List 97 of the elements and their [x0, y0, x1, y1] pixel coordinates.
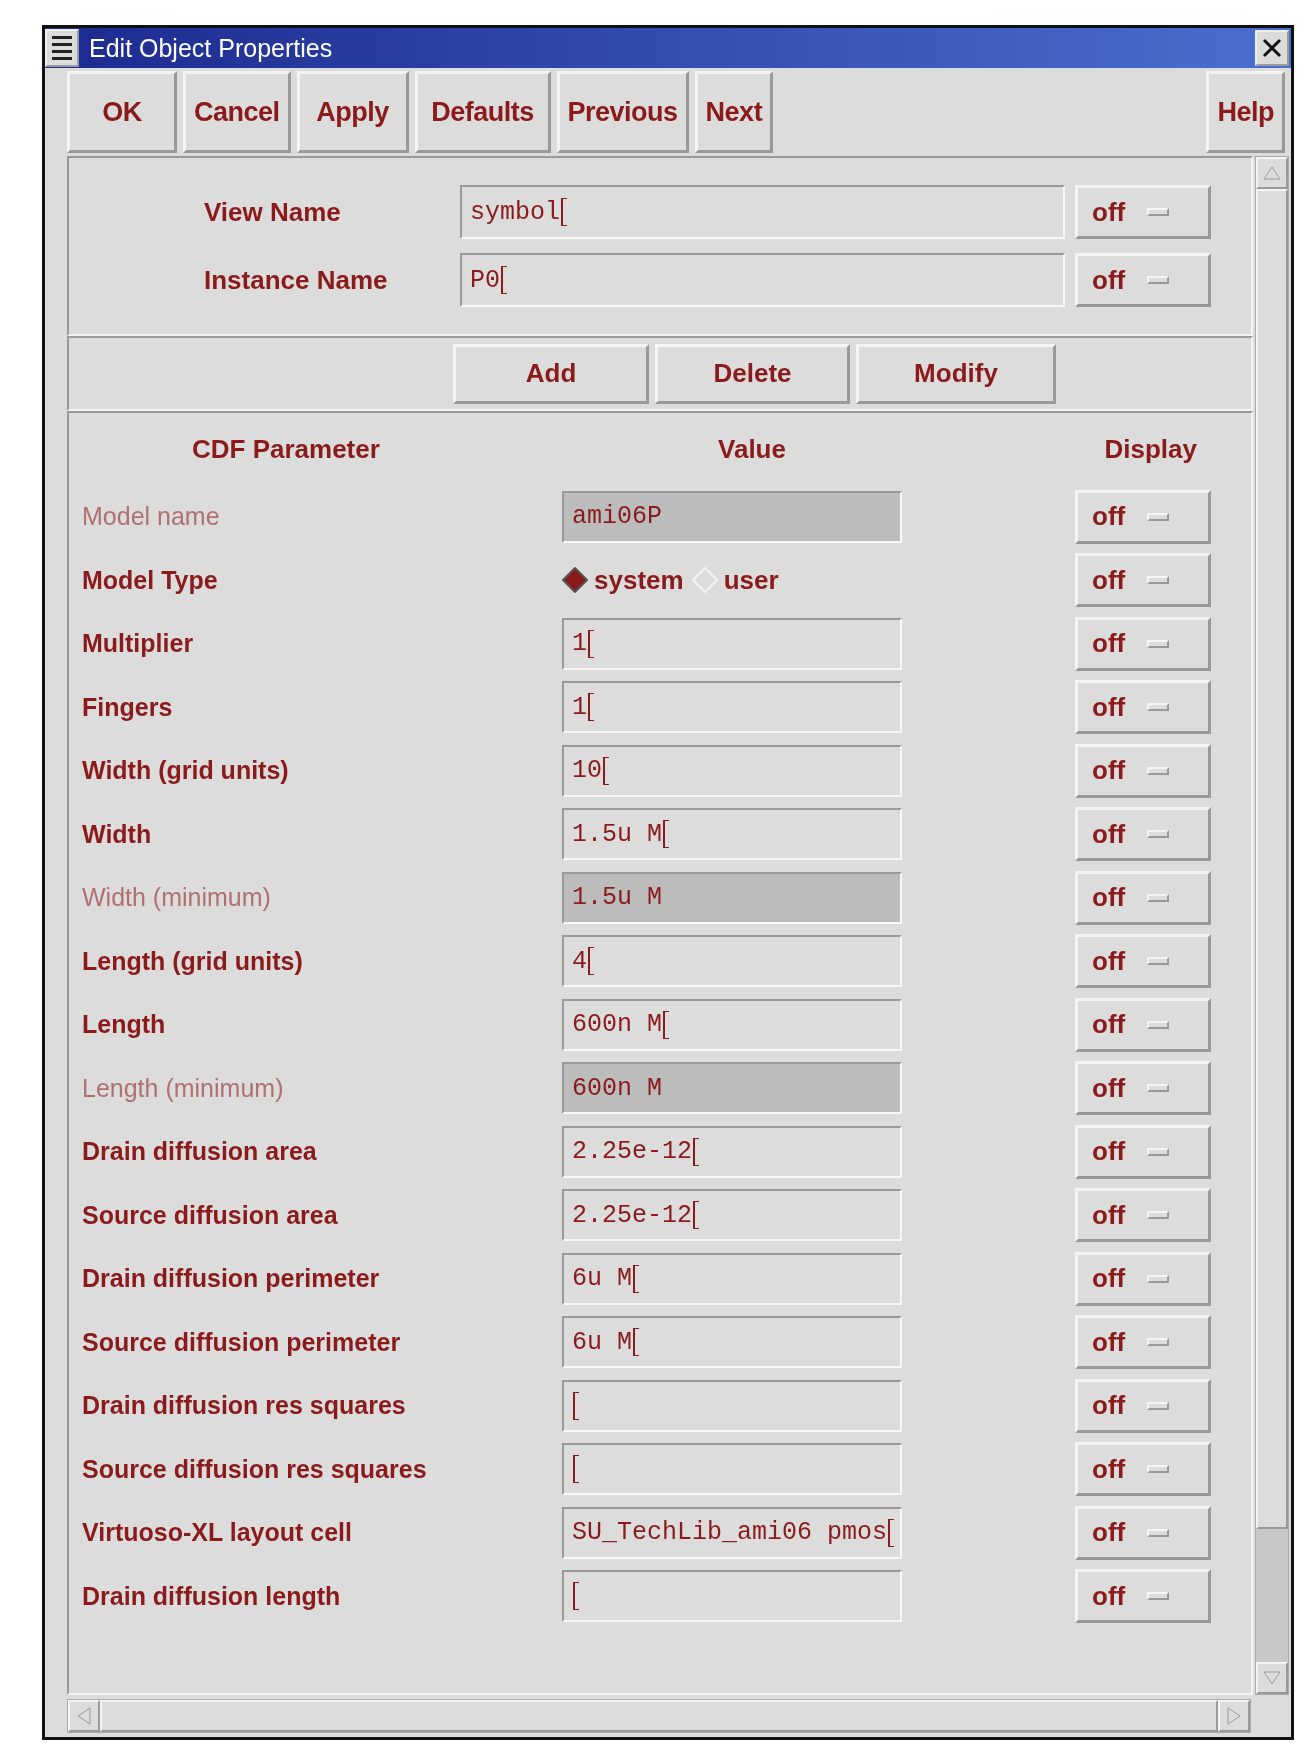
- display-toggle[interactable]: off: [1075, 1569, 1211, 1624]
- parameter-label: Source diffusion area: [82, 1199, 339, 1231]
- display-toggle[interactable]: off: [1075, 1124, 1211, 1179]
- menu-icon[interactable]: [45, 29, 79, 67]
- field-label: Instance Name: [204, 264, 389, 296]
- display-toggle[interactable]: off: [1075, 253, 1211, 307]
- display-toggle[interactable]: off: [1075, 1188, 1211, 1243]
- close-button[interactable]: [1255, 30, 1289, 66]
- display-toggle[interactable]: off: [1075, 185, 1211, 239]
- input-field[interactable]: 4: [562, 935, 902, 988]
- text-cursor-icon: [693, 1137, 700, 1166]
- parameter-label: Drain diffusion perimeter: [82, 1263, 381, 1295]
- parameter-label: Width: [82, 818, 153, 850]
- display-toggle[interactable]: off: [1075, 1315, 1211, 1370]
- radio-option[interactable]: user: [691, 564, 787, 596]
- radio-option[interactable]: system: [562, 564, 692, 596]
- display-toggle[interactable]: off: [1075, 997, 1211, 1052]
- text-cursor-icon: [573, 1455, 579, 1484]
- input-field: ami06P: [562, 490, 902, 543]
- close-icon: [1261, 37, 1283, 59]
- display-toggle[interactable]: off: [1075, 1505, 1211, 1560]
- horizontal-scrollbar[interactable]: [67, 1699, 1251, 1733]
- input-field[interactable]: 10: [562, 744, 902, 797]
- parameter-label: Drain diffusion length: [82, 1580, 342, 1612]
- display-toggle[interactable]: off: [1075, 616, 1211, 671]
- help-button[interactable]: Help: [1206, 71, 1285, 153]
- input-field[interactable]: 1: [562, 681, 902, 734]
- parameter-label: Multiplier: [82, 628, 195, 660]
- input-field: 1.5u M: [562, 871, 902, 924]
- text-cursor-icon: [501, 266, 507, 294]
- parameter-label: Source diffusion res squares: [82, 1453, 428, 1485]
- text-cursor-icon: [633, 1264, 639, 1293]
- parameter-label: Length (grid units): [82, 945, 304, 977]
- parameter-label: Source diffusion perimeter: [82, 1326, 402, 1358]
- input-field[interactable]: 2.25e-12: [562, 1189, 902, 1242]
- display-toggle[interactable]: off: [1075, 553, 1211, 608]
- right-arrow-icon: [1227, 1707, 1241, 1725]
- parameter-label: Fingers: [82, 691, 174, 723]
- display-toggle[interactable]: off: [1075, 807, 1211, 862]
- action-button[interactable]: Add: [453, 343, 649, 404]
- input-field[interactable]: 1: [562, 617, 902, 670]
- text-cursor-icon: [588, 693, 594, 722]
- text-cursor-icon: [573, 1582, 579, 1611]
- toolbar-button[interactable]: OK: [67, 71, 177, 153]
- display-toggle[interactable]: off: [1075, 1378, 1211, 1433]
- display-toggle[interactable]: off: [1075, 1442, 1211, 1497]
- parameter-label: Length: [82, 1009, 167, 1041]
- parameter-label: Model name: [82, 501, 221, 533]
- parameter-label: Model Type: [82, 564, 219, 596]
- up-arrow-icon: [1263, 166, 1281, 180]
- action-button[interactable]: Modify: [856, 343, 1056, 404]
- column-header: Value: [717, 432, 787, 466]
- input-field[interactable]: [562, 1570, 902, 1623]
- display-toggle[interactable]: off: [1075, 680, 1211, 735]
- input-field: 600n M: [562, 1062, 902, 1115]
- text-cursor-icon: [693, 1201, 700, 1230]
- input-field[interactable]: [562, 1379, 902, 1432]
- input-field[interactable]: 2.25e-12: [562, 1125, 902, 1178]
- input-field[interactable]: SU_TechLib_ami06 pmos: [562, 1506, 902, 1559]
- vertical-scrollbar[interactable]: [1255, 156, 1289, 1695]
- left-arrow-icon: [77, 1707, 91, 1725]
- input-field[interactable]: 6u M: [562, 1316, 902, 1369]
- action-button[interactable]: Delete: [655, 343, 850, 404]
- parameter-label: Drain diffusion area: [82, 1136, 318, 1168]
- window-title: Edit Object Properties: [89, 33, 334, 63]
- toolbar-button[interactable]: Cancel: [183, 71, 291, 153]
- input-field[interactable]: [562, 1443, 902, 1496]
- column-header: CDF Parameter: [191, 432, 381, 466]
- text-cursor-icon: [603, 756, 609, 785]
- input-field[interactable]: 1.5u M: [562, 808, 902, 861]
- parameter-label: Length (minimum): [82, 1072, 285, 1104]
- text-cursor-icon: [633, 1328, 639, 1357]
- input-field[interactable]: P0: [460, 253, 1065, 307]
- display-toggle[interactable]: off: [1075, 934, 1211, 989]
- down-arrow-icon: [1263, 1671, 1281, 1685]
- input-field[interactable]: symbol: [460, 185, 1065, 239]
- field-label: View Name: [204, 196, 342, 228]
- display-toggle[interactable]: off: [1075, 1251, 1211, 1306]
- text-cursor-icon: [588, 629, 594, 658]
- text-cursor-icon: [663, 820, 669, 849]
- text-cursor-icon: [588, 947, 594, 976]
- text-cursor-icon: [573, 1391, 579, 1420]
- input-field[interactable]: 6u M: [562, 1252, 902, 1305]
- text-cursor-icon: [663, 1010, 669, 1039]
- text-cursor-icon: [888, 1518, 895, 1547]
- toolbar-button[interactable]: Next: [694, 71, 774, 153]
- parameter-label: Width (grid units): [82, 755, 290, 787]
- parameter-label: Width (minimum): [82, 882, 272, 914]
- text-cursor-icon: [561, 198, 567, 226]
- display-toggle[interactable]: off: [1075, 743, 1211, 798]
- toolbar-button[interactable]: Previous: [556, 71, 689, 153]
- input-field[interactable]: 600n M: [562, 998, 902, 1051]
- toolbar-button[interactable]: Defaults: [414, 71, 551, 153]
- column-header: Display: [1103, 432, 1198, 466]
- parameter-label: Virtuoso-XL layout cell: [82, 1517, 353, 1549]
- parameter-label: Drain diffusion res squares: [82, 1390, 407, 1422]
- toolbar-button[interactable]: Apply: [296, 71, 409, 153]
